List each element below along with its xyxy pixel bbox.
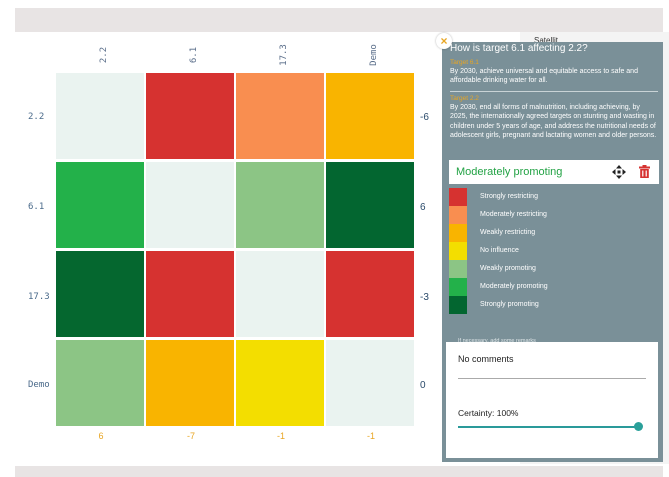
matrix-cell[interactable] — [55, 250, 145, 338]
column-sum: -1 — [366, 431, 375, 441]
row-label: 17.3 — [28, 292, 50, 302]
legend-swatch[interactable] — [449, 224, 467, 242]
matrix-cell[interactable] — [145, 250, 235, 338]
target-label: Target 2.2 — [450, 95, 479, 102]
column-sum: -1 — [276, 431, 285, 441]
legend-swatch[interactable] — [449, 260, 467, 278]
legend-label[interactable]: Strongly promoting — [480, 301, 539, 308]
remarks-input[interactable]: No comments — [458, 354, 514, 364]
legend-label[interactable]: No influence — [480, 247, 519, 254]
remarks-card: No comments Certainty: 100% — [446, 342, 658, 458]
matrix-cell[interactable] — [325, 339, 415, 427]
row-label: Demo — [28, 380, 50, 390]
column-sum: 6 — [98, 431, 104, 441]
row-sum: 6 — [420, 202, 426, 213]
matrix-cell[interactable] — [145, 72, 235, 160]
legend-swatch[interactable] — [449, 206, 467, 224]
certainty-label: Certainty: 100% — [458, 408, 519, 418]
certainty-slider-fill — [458, 426, 640, 428]
trash-icon[interactable] — [639, 165, 650, 178]
remarks-underline — [458, 378, 646, 379]
matrix-cell[interactable] — [235, 250, 325, 338]
selected-influence[interactable]: Moderately promoting — [449, 160, 659, 184]
move-icon[interactable] — [612, 165, 626, 179]
legend-label[interactable]: Moderately restricting — [480, 211, 547, 218]
divider — [450, 91, 658, 92]
target-description: By 2030, achieve universal and equitable… — [450, 68, 638, 85]
selected-influence-label: Moderately promoting — [456, 166, 563, 178]
matrix-cell[interactable] — [55, 72, 145, 160]
legend-swatch[interactable] — [449, 296, 467, 314]
row-sum: -3 — [420, 292, 429, 303]
matrix-cell[interactable] — [325, 161, 415, 249]
legend-label[interactable]: Weakly promoting — [480, 265, 536, 272]
matrix-cell[interactable] — [325, 250, 415, 338]
column-sum: -7 — [186, 431, 195, 441]
bottom-bar — [15, 466, 663, 477]
panel-title: How is target 6.1 affecting 2.2? — [450, 43, 588, 54]
row-sum: 0 — [420, 380, 426, 391]
target-label: Target 6.1 — [450, 59, 479, 66]
row-sum: -6 — [420, 112, 429, 123]
legend-label[interactable]: Moderately promoting — [480, 283, 548, 290]
matrix-cell[interactable] — [325, 72, 415, 160]
target-description: By 2030, end all forms of malnutrition, … — [450, 104, 657, 140]
matrix-cell[interactable] — [235, 161, 325, 249]
certainty-slider-thumb[interactable] — [634, 422, 643, 431]
matrix-cell[interactable] — [235, 72, 325, 160]
matrix-cell[interactable] — [55, 339, 145, 427]
legend-swatch[interactable] — [449, 188, 467, 206]
top-bar — [15, 8, 663, 32]
certainty-slider-track[interactable] — [458, 426, 640, 428]
row-label: 6.1 — [28, 202, 45, 212]
row-label: 2.2 — [28, 112, 45, 122]
matrix-cell[interactable] — [55, 161, 145, 249]
legend-swatch[interactable] — [449, 278, 467, 296]
legend-label[interactable]: Strongly restricting — [480, 193, 538, 200]
matrix-cell[interactable] — [235, 339, 325, 427]
matrix-cell[interactable] — [145, 161, 235, 249]
matrix-cell[interactable] — [145, 339, 235, 427]
legend-label[interactable]: Weakly restricting — [480, 229, 535, 236]
legend-swatch[interactable] — [449, 242, 467, 260]
